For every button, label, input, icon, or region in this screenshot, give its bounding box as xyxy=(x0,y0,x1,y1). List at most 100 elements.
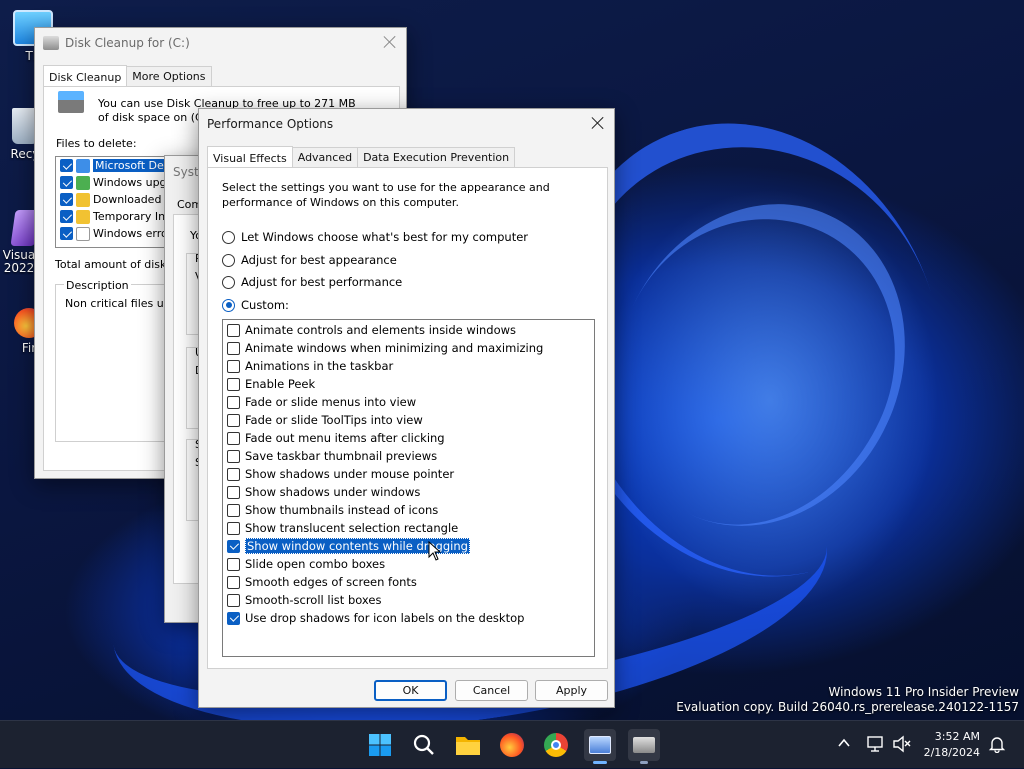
radio-let-windows-choose[interactable]: Let Windows choose what's best for my co… xyxy=(222,230,528,244)
checkbox[interactable] xyxy=(227,431,240,445)
effect-smooth-scroll[interactable]: Smooth-scroll list boxes xyxy=(227,591,381,609)
checkbox[interactable] xyxy=(227,521,240,535)
list-item[interactable]: Windows upgr xyxy=(56,174,174,191)
upgrade-icon xyxy=(76,175,90,190)
show-hidden-icons-button[interactable] xyxy=(836,735,852,754)
checkbox[interactable] xyxy=(227,557,240,571)
evaluation-watermark: Windows 11 Pro Insider Preview Evaluatio… xyxy=(676,685,1019,715)
list-item[interactable]: Microsoft Defe xyxy=(56,157,174,174)
effect-smooth-fonts[interactable]: Smooth edges of screen fonts xyxy=(227,573,417,591)
effect-taskbar-thumbnails[interactable]: Save taskbar thumbnail previews xyxy=(227,447,437,465)
close-icon[interactable] xyxy=(382,34,398,50)
disk-cleanup-icon xyxy=(633,737,655,753)
cancel-button[interactable]: Cancel xyxy=(455,680,528,701)
performance-options-titlebar[interactable]: Performance Options xyxy=(199,109,614,139)
apply-button[interactable]: Apply xyxy=(535,680,608,701)
effect-label: Fade or slide ToolTips into view xyxy=(245,413,423,427)
ok-button[interactable]: OK xyxy=(374,680,447,701)
checkbox[interactable] xyxy=(227,593,240,607)
search-icon xyxy=(413,734,434,755)
effect-label: Fade or slide menus into view xyxy=(245,395,417,409)
list-item[interactable]: Downloaded P xyxy=(56,191,174,208)
checkbox[interactable] xyxy=(227,611,240,625)
taskbar: 3:52 AM 2/18/2024 xyxy=(0,720,1024,768)
system-properties-button[interactable] xyxy=(584,729,616,764)
checkbox[interactable] xyxy=(60,176,73,189)
tab-data-execution-prevention[interactable]: Data Execution Prevention xyxy=(357,147,516,167)
firefox-icon xyxy=(500,733,524,757)
files-to-delete-list[interactable]: Microsoft Defe Windows upgr Downloaded P… xyxy=(55,156,175,248)
checkbox[interactable] xyxy=(60,227,73,240)
radio-label: Custom: xyxy=(241,298,289,312)
list-item[interactable]: Windows error xyxy=(56,225,174,242)
radio-button[interactable] xyxy=(222,253,235,267)
checkbox[interactable] xyxy=(227,377,240,391)
clock-time: 3:52 AM xyxy=(934,730,980,743)
checkbox[interactable] xyxy=(227,485,240,499)
clock[interactable]: 3:52 AM 2/18/2024 xyxy=(924,729,980,761)
effect-label: Enable Peek xyxy=(245,377,316,391)
effect-translucent-selection[interactable]: Show translucent selection rectangle xyxy=(227,519,458,537)
checkbox[interactable] xyxy=(227,539,240,553)
disk-cleanup-titlebar[interactable]: Disk Cleanup for (C:) xyxy=(35,28,406,58)
checkbox[interactable] xyxy=(227,395,240,409)
intro-text: Select the settings you want to use for … xyxy=(222,181,550,209)
checkbox[interactable] xyxy=(60,193,73,206)
watermark-line: Evaluation copy. Build 26040.rs_prerelea… xyxy=(676,700,1019,714)
checkbox[interactable] xyxy=(227,575,240,589)
start-button[interactable] xyxy=(364,729,396,761)
search-button[interactable] xyxy=(408,729,440,761)
effect-taskbar-animations[interactable]: Animations in the taskbar xyxy=(227,357,393,375)
checkbox[interactable] xyxy=(227,449,240,463)
disk-cleanup-button[interactable] xyxy=(628,729,660,764)
radio-label: Adjust for best performance xyxy=(241,275,403,289)
checkbox[interactable] xyxy=(227,323,240,337)
drive-icon xyxy=(58,91,84,113)
notifications-button[interactable] xyxy=(988,735,1006,756)
network-button[interactable] xyxy=(866,735,886,756)
effect-window-shadows[interactable]: Show shadows under windows xyxy=(227,483,420,501)
effect-label: Animate windows when minimizing and maxi… xyxy=(245,341,544,355)
tab-visual-effects[interactable]: Visual Effects xyxy=(207,146,293,168)
checkbox[interactable] xyxy=(227,413,240,427)
effect-animate-windows[interactable]: Animate windows when minimizing and maxi… xyxy=(227,339,543,357)
effect-icon-label-shadows[interactable]: Use drop shadows for icon labels on the … xyxy=(227,609,524,627)
effect-fade-tooltips[interactable]: Fade or slide ToolTips into view xyxy=(227,411,423,429)
checkbox[interactable] xyxy=(60,159,73,172)
effect-fade-menu-items[interactable]: Fade out menu items after clicking xyxy=(227,429,445,447)
files-to-delete-label: Files to delete: xyxy=(56,137,137,150)
list-item[interactable]: Temporary Inte xyxy=(56,208,174,225)
radio-button[interactable] xyxy=(222,298,235,312)
radio-best-appearance[interactable]: Adjust for best appearance xyxy=(222,253,397,267)
effect-label: Show shadows under windows xyxy=(245,485,421,499)
effect-pointer-shadows[interactable]: Show shadows under mouse pointer xyxy=(227,465,454,483)
effect-animate-controls[interactable]: Animate controls and elements inside win… xyxy=(227,321,516,339)
effect-enable-peek[interactable]: Enable Peek xyxy=(227,375,315,393)
radio-button[interactable] xyxy=(222,275,235,289)
radio-button[interactable] xyxy=(222,230,235,244)
visual-effects-list[interactable]: Animate controls and elements inside win… xyxy=(222,319,595,657)
close-icon[interactable] xyxy=(590,115,606,131)
radio-best-performance[interactable]: Adjust for best performance xyxy=(222,275,402,289)
effect-slide-combo-boxes[interactable]: Slide open combo boxes xyxy=(227,555,385,573)
effect-label: Show translucent selection rectangle xyxy=(245,521,459,535)
tab-disk-cleanup[interactable]: Disk Cleanup xyxy=(43,65,128,87)
file-explorer-button[interactable] xyxy=(452,729,484,761)
tab-advanced[interactable]: Advanced xyxy=(291,147,359,167)
effect-fade-menus[interactable]: Fade or slide menus into view xyxy=(227,393,416,411)
radio-label: Let Windows choose what's best for my co… xyxy=(241,230,529,244)
radio-custom[interactable]: Custom: xyxy=(222,298,289,312)
tab-more-options[interactable]: More Options xyxy=(126,66,212,86)
active-app-indicator xyxy=(593,761,607,764)
system-properties-icon xyxy=(589,736,611,754)
checkbox[interactable] xyxy=(227,341,240,355)
volume-button[interactable] xyxy=(892,735,912,756)
checkbox[interactable] xyxy=(227,359,240,373)
checkbox[interactable] xyxy=(227,503,240,517)
checkbox[interactable] xyxy=(227,467,240,481)
effect-thumbnails[interactable]: Show thumbnails instead of icons xyxy=(227,501,438,519)
document-icon xyxy=(76,226,90,241)
chrome-button[interactable] xyxy=(540,729,572,761)
checkbox[interactable] xyxy=(60,210,73,223)
firefox-button[interactable] xyxy=(496,729,528,761)
